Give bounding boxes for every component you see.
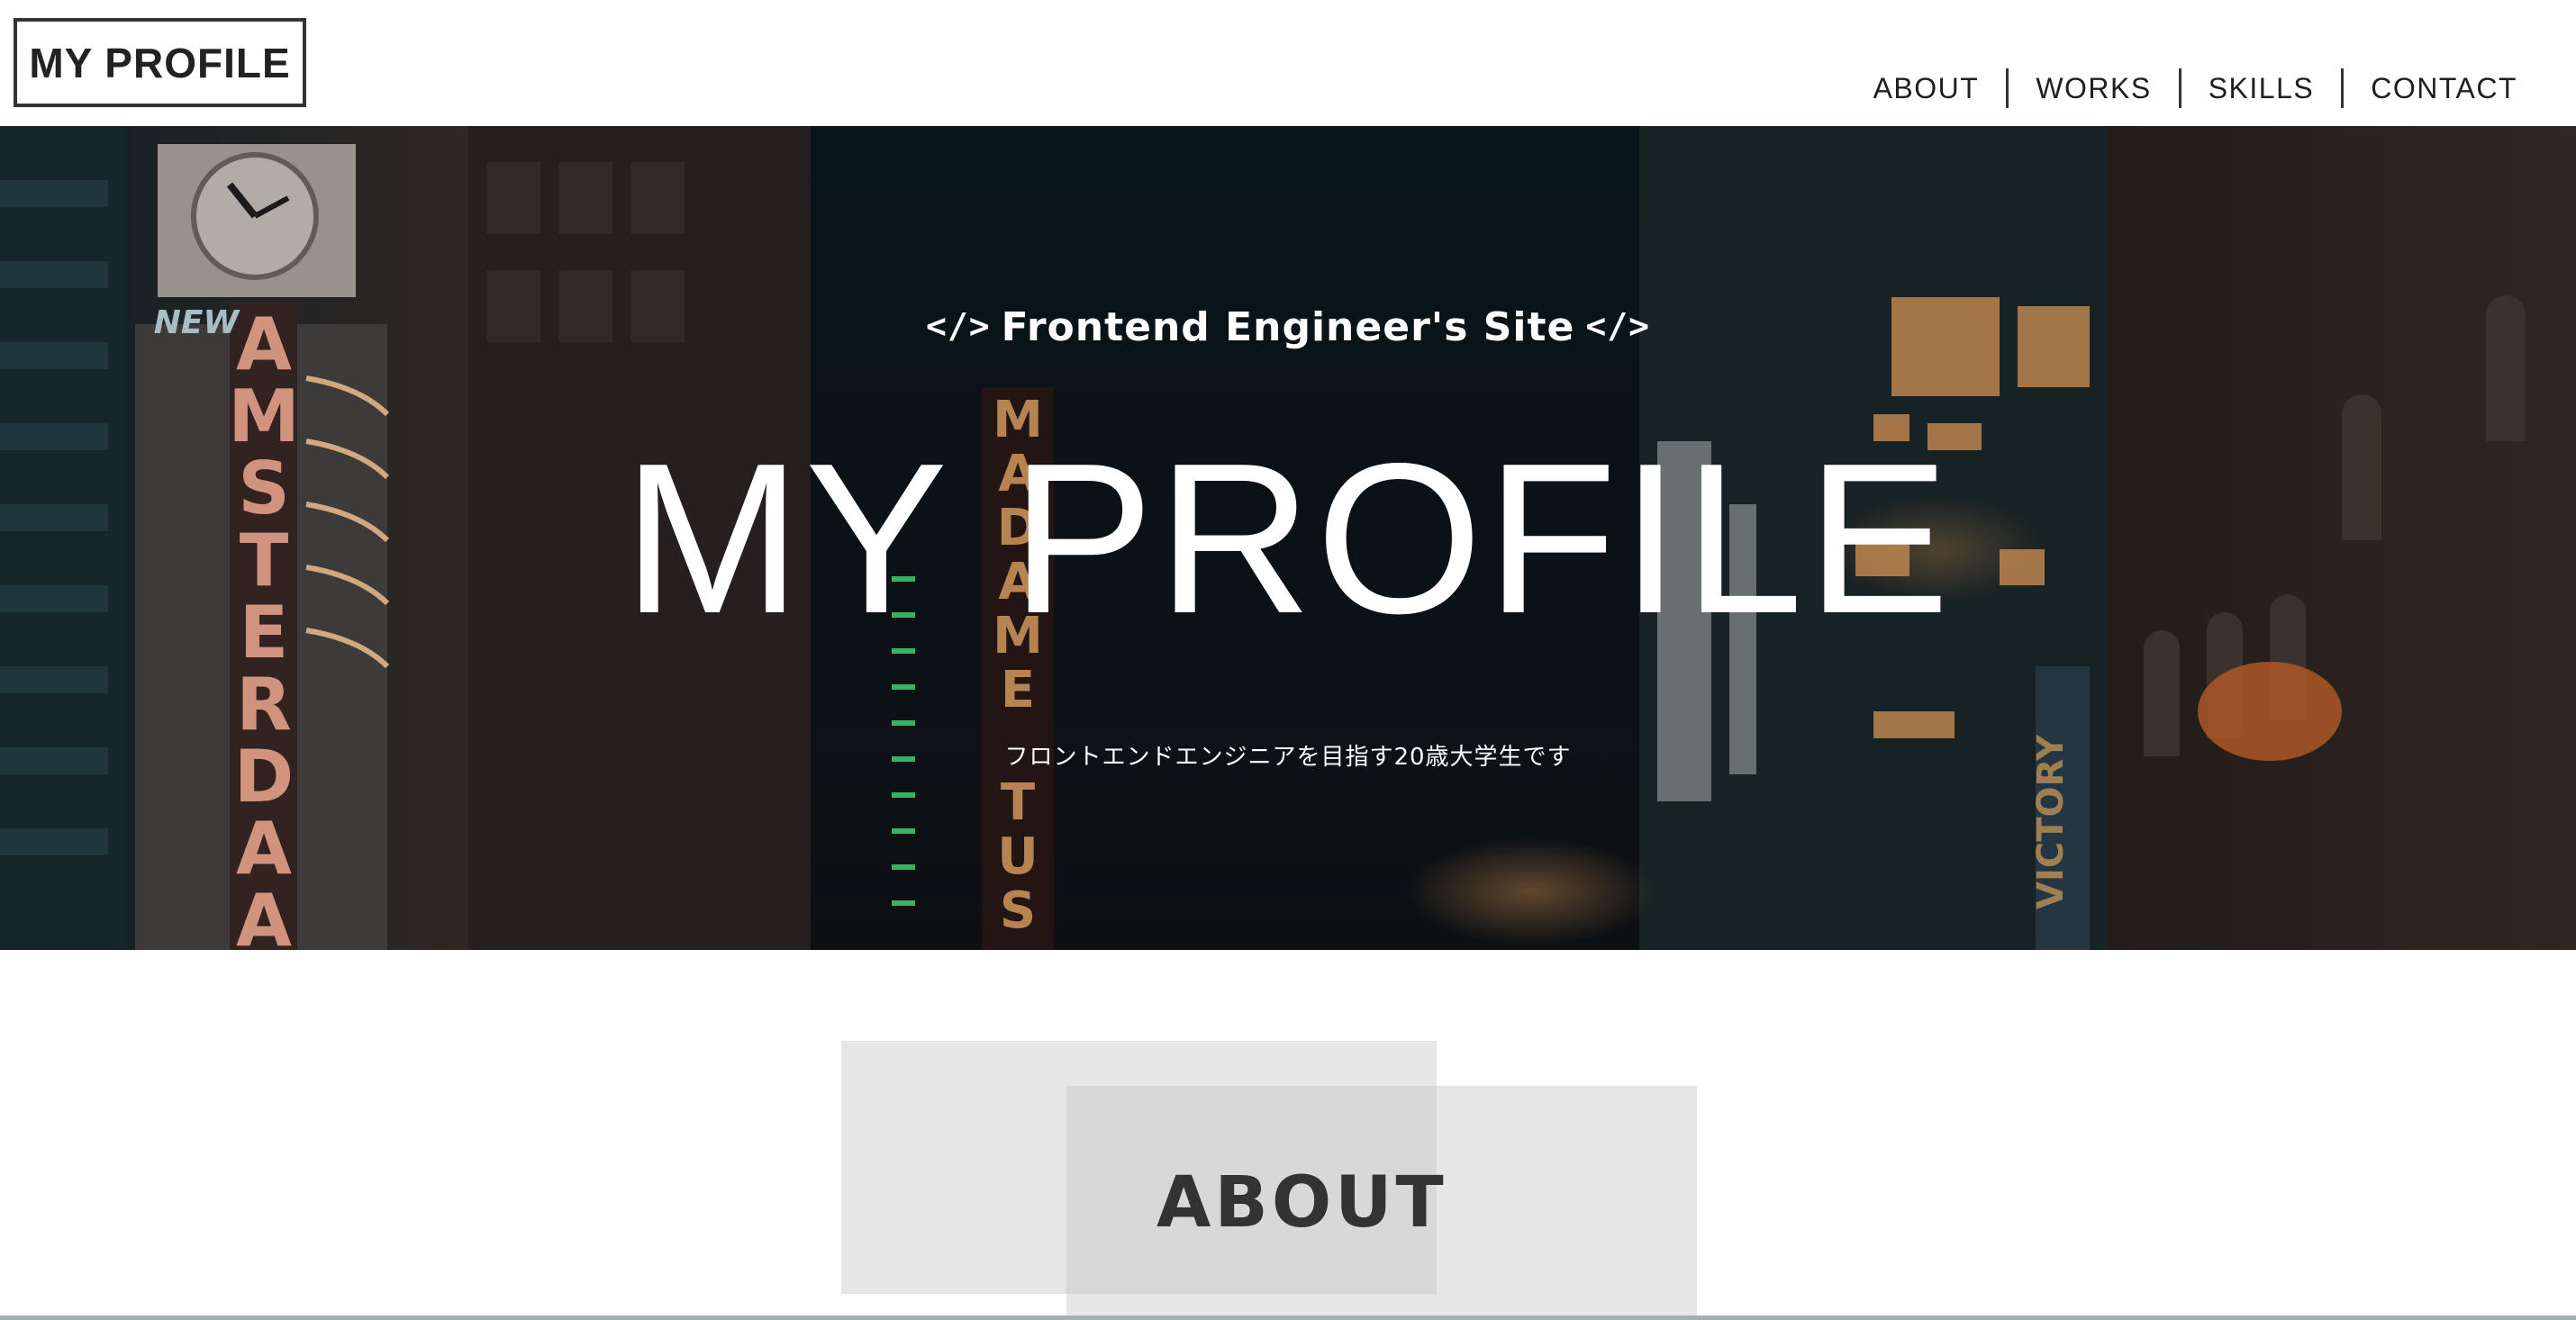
site-logo[interactable]: MY PROFILE [14, 18, 306, 107]
site-header: MY PROFILE ABOUT WORKS SKILLS CONTACT [0, 0, 2576, 126]
hero-tagline: </> Frontend Engineer's Site </> [0, 304, 2576, 350]
nav-item-skills[interactable]: SKILLS [2178, 68, 2342, 108]
hero-section: A M S T E R D A A NEW M A D A M E T U S … [0, 126, 2576, 950]
about-heading: ABOUT [1156, 1162, 1447, 1243]
nav-item-contact[interactable]: CONTACT [2341, 68, 2544, 108]
code-icon: </> [925, 306, 991, 346]
divider [0, 1315, 2576, 1320]
hero-tagline-text: Frontend Engineer's Site [1001, 304, 1575, 350]
nav-item-works[interactable]: WORKS [2006, 68, 2178, 108]
hero-subtitle: フロントエンドエンジニアを目指す20歳大学生です [1004, 744, 1572, 771]
nav-item-about[interactable]: ABOUT [1846, 68, 2007, 108]
hero-title: MY PROFILE [622, 420, 1954, 658]
about-section: ABOUT [0, 950, 2576, 1320]
code-icon: </> [1585, 306, 1651, 346]
main-nav: ABOUT WORKS SKILLS CONTACT [1846, 66, 2544, 111]
